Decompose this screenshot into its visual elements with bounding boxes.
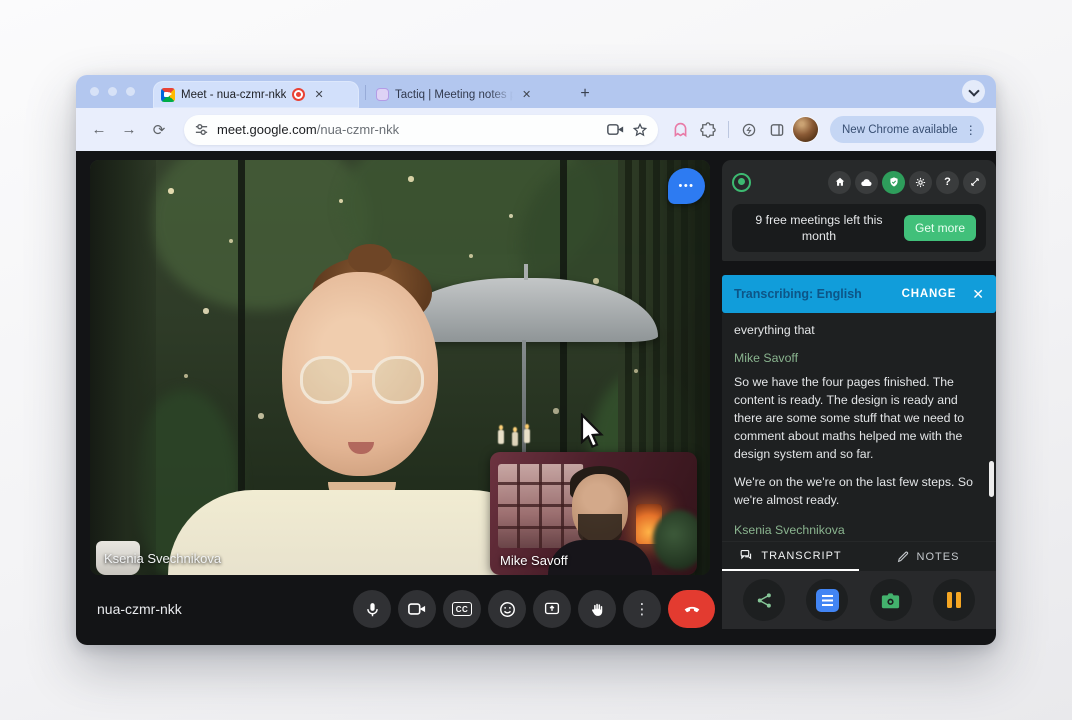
transcript-speaker: Ksenia Svechnikova bbox=[734, 523, 984, 537]
meet-page: Ksenia Svechnikova ••• Mike Savoff nua-c… bbox=[76, 151, 996, 645]
glass-door-frame bbox=[90, 160, 156, 575]
url-text: meet.google.com/nua-czmr-nkk bbox=[217, 121, 599, 139]
cloud-icon[interactable] bbox=[855, 171, 878, 194]
camera-button[interactable] bbox=[398, 590, 436, 628]
participant-hair-bun bbox=[348, 244, 392, 274]
home-icon[interactable] bbox=[828, 171, 851, 194]
meet-control-bar: nua-czmr-nkk CC bbox=[76, 575, 722, 645]
pause-icon bbox=[947, 592, 961, 608]
transcript-line: We're on the we're on the last few steps… bbox=[734, 474, 984, 510]
raise-hand-button[interactable] bbox=[578, 590, 616, 628]
meet-favicon bbox=[161, 88, 175, 102]
browser-menu-icon[interactable]: ⋮ bbox=[965, 123, 978, 137]
captions-button[interactable]: CC bbox=[443, 590, 481, 628]
get-more-button[interactable]: Get more bbox=[904, 215, 976, 241]
tactiq-extension-icon[interactable] bbox=[668, 121, 692, 138]
umbrella-pole bbox=[522, 340, 526, 470]
tab-tactiq[interactable]: Tactiq | Meeting notes powe ✕ bbox=[368, 81, 566, 108]
traffic-light-close[interactable] bbox=[90, 87, 99, 96]
meeting-code: nua-czmr-nkk bbox=[97, 601, 182, 617]
transcript-body[interactable]: everything that Mike Savoff So we have t… bbox=[722, 313, 996, 541]
share-button[interactable] bbox=[743, 579, 785, 621]
pip-name-label: Mike Savoff bbox=[500, 553, 568, 568]
reload-button[interactable]: ⟳ bbox=[146, 117, 172, 143]
toolbar-separator bbox=[728, 121, 729, 138]
transcript-line: everything that bbox=[734, 322, 984, 340]
chrome-update-button[interactable]: New Chrome available ⋮ bbox=[830, 116, 984, 143]
quota-text: 9 free meetings left this month bbox=[742, 212, 896, 244]
more-options-button[interactable]: ⋮ bbox=[623, 590, 661, 628]
participant-glasses bbox=[300, 356, 424, 408]
tactiq-favicon bbox=[376, 88, 389, 101]
tab-title: Meet - nua-czmr-nkk bbox=[181, 89, 286, 101]
mouse-cursor bbox=[578, 413, 608, 458]
tactiq-panel: ? 9 free meetings left this month Get mo… bbox=[722, 160, 996, 629]
back-button[interactable]: ← bbox=[86, 117, 112, 143]
string-lights bbox=[90, 160, 92, 162]
browser-window: Meet - nua-czmr-nkk ✕ Tactiq | Meeting n… bbox=[76, 75, 996, 645]
chat-bubble-icon[interactable]: ••• bbox=[668, 168, 705, 204]
resize-panel-icon[interactable] bbox=[963, 171, 986, 194]
extension-lens-icon[interactable] bbox=[737, 122, 761, 138]
plant bbox=[653, 510, 697, 570]
panel-actions bbox=[722, 571, 996, 629]
tactiq-logo bbox=[732, 173, 751, 192]
leave-call-button[interactable] bbox=[668, 590, 715, 628]
transcribing-label: Transcribing: English bbox=[734, 287, 862, 301]
browser-toolbar: ← → ⟳ meet.google.com/nua-czmr-nkk bbox=[76, 108, 996, 151]
pencil-icon bbox=[896, 550, 910, 564]
screenshot-camera-button[interactable] bbox=[870, 579, 912, 621]
tab-divider bbox=[365, 85, 366, 100]
tactiq-header: ? 9 free meetings left this month Get mo… bbox=[722, 160, 996, 261]
transcript-line: So we have the four pages finished. The … bbox=[734, 374, 984, 463]
profile-avatar[interactable] bbox=[793, 117, 818, 142]
close-tab-icon[interactable]: ✕ bbox=[519, 87, 534, 102]
side-panel-icon[interactable] bbox=[765, 122, 789, 138]
extensions-puzzle-icon[interactable] bbox=[696, 121, 720, 139]
tab-notes[interactable]: NOTES bbox=[859, 542, 996, 571]
panel-gap bbox=[722, 261, 996, 275]
microphone-button[interactable] bbox=[353, 590, 391, 628]
recording-indicator-icon bbox=[292, 88, 305, 101]
quota-box: 9 free meetings left this month Get more bbox=[732, 204, 986, 252]
transcript-speaker: Mike Savoff bbox=[734, 351, 984, 365]
site-info-icon[interactable] bbox=[194, 122, 209, 137]
pause-recording-button[interactable] bbox=[933, 579, 975, 621]
help-icon[interactable]: ? bbox=[936, 171, 959, 194]
present-button[interactable] bbox=[533, 590, 571, 628]
tab-transcript[interactable]: TRANSCRIPT bbox=[722, 542, 859, 571]
transcribing-banner: Transcribing: English CHANGE ✕ bbox=[722, 275, 996, 313]
pip-video-tile[interactable]: Mike Savoff bbox=[490, 452, 697, 575]
reactions-button[interactable] bbox=[488, 590, 526, 628]
tab-strip: Meet - nua-czmr-nkk ✕ Tactiq | Meeting n… bbox=[76, 75, 996, 108]
settings-gear-icon[interactable] bbox=[909, 171, 932, 194]
tab-meet[interactable]: Meet - nua-czmr-nkk ✕ bbox=[153, 81, 359, 108]
change-language-button[interactable]: CHANGE bbox=[902, 288, 957, 300]
forward-button[interactable]: → bbox=[116, 117, 142, 143]
tab-search-chevron-icon[interactable] bbox=[962, 80, 985, 103]
panel-scrollbar[interactable] bbox=[989, 461, 994, 497]
close-tab-icon[interactable]: ✕ bbox=[311, 87, 326, 102]
bookmark-star-icon[interactable] bbox=[632, 122, 648, 138]
chat-bubbles-icon bbox=[739, 548, 754, 563]
google-docs-button[interactable] bbox=[806, 579, 848, 621]
close-banner-icon[interactable]: ✕ bbox=[972, 286, 984, 303]
tab-title: Tactiq | Meeting notes powe bbox=[395, 89, 513, 101]
address-bar[interactable]: meet.google.com/nua-czmr-nkk bbox=[184, 115, 658, 145]
main-video-tile[interactable]: Ksenia Svechnikova ••• Mike Savoff bbox=[90, 160, 710, 575]
candles bbox=[498, 430, 504, 444]
shield-check-icon[interactable] bbox=[882, 171, 905, 194]
traffic-light-minimize[interactable] bbox=[108, 87, 117, 96]
participant-name-label: Ksenia Svechnikova bbox=[104, 551, 221, 566]
panel-tabs: TRANSCRIPT NOTES bbox=[722, 541, 996, 571]
camera-permission-icon[interactable] bbox=[607, 123, 624, 136]
traffic-light-zoom[interactable] bbox=[126, 87, 135, 96]
new-tab-button[interactable]: + bbox=[573, 82, 597, 106]
docs-icon bbox=[816, 589, 839, 612]
